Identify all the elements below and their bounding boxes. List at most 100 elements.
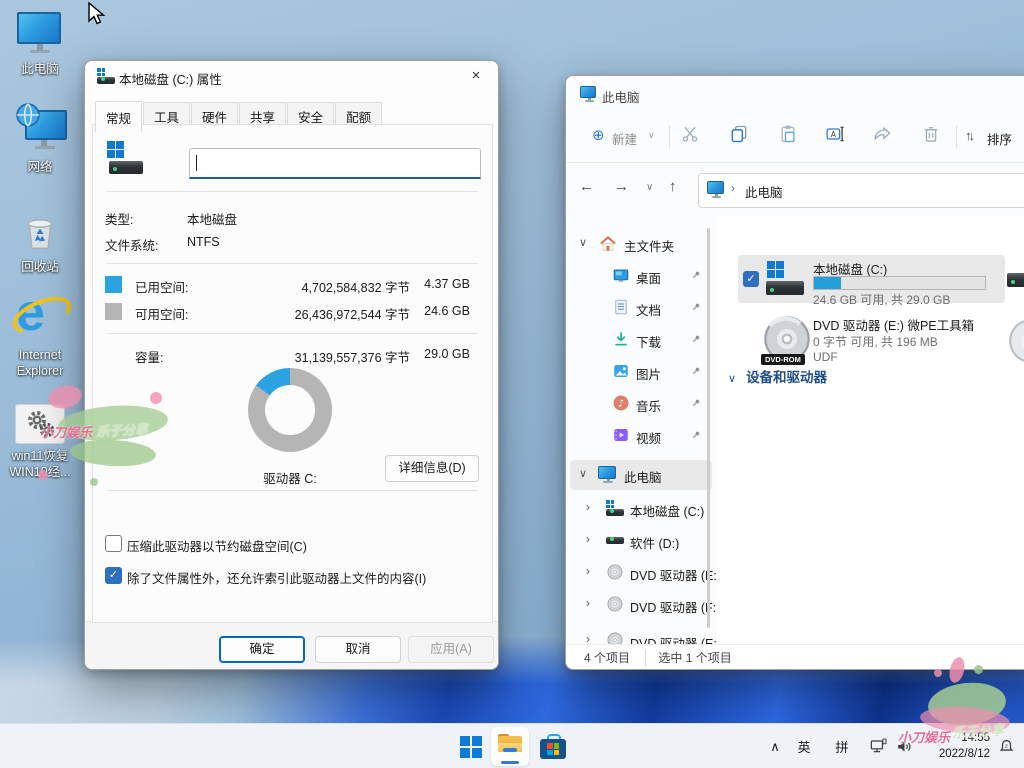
volume-label-input[interactable] bbox=[189, 148, 481, 179]
copy-button[interactable] bbox=[726, 124, 752, 150]
used-space-size: 4.37 GB bbox=[410, 277, 470, 291]
icon-label-line2: WIN10经... bbox=[0, 465, 80, 481]
chevron-down-icon[interactable]: ∨ bbox=[648, 130, 655, 141]
back-icon[interactable]: ← bbox=[579, 178, 594, 195]
dialog-titlebar[interactable]: 本地磁盘 (C:) 属性 × bbox=[85, 61, 498, 91]
language-indicator[interactable]: 英 bbox=[790, 724, 818, 768]
history-chevron-icon[interactable]: ∨ bbox=[646, 182, 653, 193]
drive-icon-partial[interactable] bbox=[1006, 261, 1024, 297]
new-icon[interactable]: ⊕ bbox=[592, 126, 605, 144]
sidebar-item-dvd-f[interactable]: › DVD 驱动器 (F:) bbox=[566, 590, 716, 620]
disk-usage-donut-chart bbox=[248, 368, 332, 452]
icon-label: Internet Explorer bbox=[0, 348, 80, 379]
this-pc-icon bbox=[598, 466, 618, 484]
desktop-icon-win11-restore[interactable]: win11恢复 WIN10经... bbox=[0, 404, 80, 480]
index-checkbox[interactable]: ✓ bbox=[105, 567, 122, 584]
chevron-down-icon[interactable]: ∨ bbox=[728, 373, 736, 385]
desktop-icon-network[interactable]: 网络 bbox=[0, 110, 80, 176]
sidebar-item-downloads[interactable]: 下载 bbox=[566, 325, 716, 355]
monitor-icon bbox=[17, 12, 63, 54]
delete-button[interactable] bbox=[918, 124, 944, 150]
dvd-rom-badge: DVD-ROM bbox=[761, 354, 805, 365]
check-icon: ✓ bbox=[746, 273, 755, 285]
sidebar-item-home[interactable]: ∨ 主文件夹 bbox=[566, 229, 716, 259]
chevron-down-icon[interactable]: ∨ bbox=[579, 467, 587, 480]
address-bar[interactable]: › 此电脑 bbox=[698, 173, 1024, 208]
home-icon bbox=[598, 234, 618, 254]
drive-item-c[interactable]: ✓ 本地磁盘 (C:) 24.6 GB 可用, 共 29.0 GB bbox=[738, 255, 1005, 303]
navigation-pane: ∨ 主文件夹 桌面 文档 下载 图片 bbox=[566, 216, 716, 645]
chevron-right-icon[interactable]: › bbox=[586, 596, 590, 610]
desktop-icon bbox=[612, 267, 630, 285]
index-checkbox-label: 除了文件属性外，还允许索引此驱动器上文件的内容(I) bbox=[127, 568, 426, 587]
breadcrumb[interactable]: 此电脑 bbox=[745, 182, 783, 201]
sidebar-item-videos[interactable]: 视频 bbox=[566, 421, 716, 451]
start-button[interactable] bbox=[452, 724, 490, 768]
paste-button[interactable] bbox=[775, 124, 801, 150]
tab-general[interactable]: 常规 bbox=[95, 101, 142, 132]
sidebar-item-pictures[interactable]: 图片 bbox=[566, 357, 716, 387]
check-icon: ✓ bbox=[109, 569, 118, 581]
compress-checkbox[interactable] bbox=[105, 535, 122, 552]
pictures-icon bbox=[612, 362, 630, 380]
share-button[interactable] bbox=[870, 124, 896, 150]
desktop-icon-this-pc[interactable]: 此电脑 bbox=[0, 12, 80, 78]
desktop-icon-recycle-bin[interactable]: 回收站 bbox=[0, 208, 80, 276]
network-tray-button[interactable] bbox=[864, 724, 892, 768]
ime-indicator[interactable]: 拼 bbox=[828, 724, 856, 768]
paste-icon bbox=[778, 124, 798, 144]
icon-label: 回收站 bbox=[0, 260, 80, 276]
drive-item-dvd-e[interactable]: DVD-ROM DVD 驱动器 (E:) 微PE工具箱 0 字节 可用, 共 1… bbox=[738, 311, 1005, 369]
download-icon bbox=[612, 330, 630, 348]
sidebar-item-dvd-e[interactable]: › DVD 驱动器 (E:) bbox=[566, 558, 716, 588]
file-explorer-taskbar-button[interactable] bbox=[491, 727, 529, 766]
dvd-icon-partial[interactable] bbox=[1006, 316, 1024, 366]
dialog-title: 本地磁盘 (C:) 属性 bbox=[119, 69, 222, 88]
rename-button[interactable]: A bbox=[822, 124, 848, 150]
sort-icon[interactable]: ↑↓ bbox=[965, 128, 972, 143]
volume-tray-button[interactable] bbox=[890, 724, 918, 768]
clock[interactable]: 14:55 2022/8/12 bbox=[939, 730, 990, 762]
up-icon[interactable]: ↑ bbox=[669, 178, 677, 195]
bell-icon: z bbox=[997, 737, 1016, 756]
used-space-bytes: 4,702,584,832 字节 bbox=[260, 277, 410, 296]
ok-button[interactable]: 确定 bbox=[219, 636, 305, 663]
sidebar-item-drive-d[interactable]: › 软件 (D:) bbox=[566, 526, 716, 556]
sidebar-item-desktop[interactable]: 桌面 bbox=[566, 261, 716, 291]
apply-button[interactable]: 应用(A) bbox=[408, 636, 494, 663]
cut-button[interactable] bbox=[677, 124, 703, 150]
forward-icon[interactable]: → bbox=[614, 178, 629, 195]
close-button[interactable]: × bbox=[454, 61, 498, 91]
capacity-bytes: 31,139,557,376 字节 bbox=[260, 347, 410, 366]
desktop-icon-internet-explorer[interactable]: e Internet Explorer bbox=[0, 288, 80, 379]
free-space-size: 24.6 GB bbox=[410, 304, 470, 318]
pin-icon bbox=[690, 429, 702, 441]
new-button[interactable]: 新建 bbox=[612, 129, 637, 148]
compress-checkbox-label: 压缩此驱动器以节约磁盘空间(C) bbox=[127, 536, 307, 555]
sort-button[interactable]: 排序 bbox=[987, 129, 1012, 148]
document-icon bbox=[612, 298, 630, 316]
sidebar-item-drive-c[interactable]: › 本地磁盘 (C:) bbox=[566, 494, 716, 524]
chevron-right-icon[interactable]: › bbox=[586, 564, 590, 578]
tray-time: 14:55 bbox=[939, 730, 990, 746]
chevron-right-icon[interactable]: › bbox=[586, 500, 590, 514]
sidebar-scrollbar[interactable] bbox=[707, 228, 710, 628]
tray-chevron-button[interactable]: ∧ bbox=[762, 724, 788, 768]
free-space-label: 可用空间: bbox=[135, 304, 188, 323]
selected-checkbox[interactable]: ✓ bbox=[743, 271, 759, 287]
item-count: 4 个项目 bbox=[584, 649, 630, 666]
microsoft-store-taskbar-button[interactable] bbox=[534, 724, 572, 768]
section-header[interactable]: ∨设备和驱动器 bbox=[728, 366, 827, 386]
dvd-icon bbox=[606, 631, 624, 645]
sidebar-item-this-pc[interactable]: ∨ 此电脑 bbox=[570, 460, 712, 490]
cancel-button[interactable]: 取消 bbox=[315, 636, 401, 663]
recycle-bin-icon bbox=[18, 208, 62, 252]
sidebar-item-music[interactable]: ♪ 音乐 bbox=[566, 389, 716, 419]
chevron-right-icon[interactable]: › bbox=[586, 532, 590, 546]
share-icon bbox=[873, 124, 893, 144]
chevron-down-icon[interactable]: ∨ bbox=[579, 236, 587, 249]
sidebar-item-dvd-partial[interactable]: › DVD 驱动器 (E:) bbox=[566, 626, 716, 645]
notification-center-button[interactable]: z bbox=[992, 724, 1020, 768]
sidebar-item-documents[interactable]: 文档 bbox=[566, 293, 716, 323]
details-button[interactable]: 详细信息(D) bbox=[385, 455, 479, 482]
